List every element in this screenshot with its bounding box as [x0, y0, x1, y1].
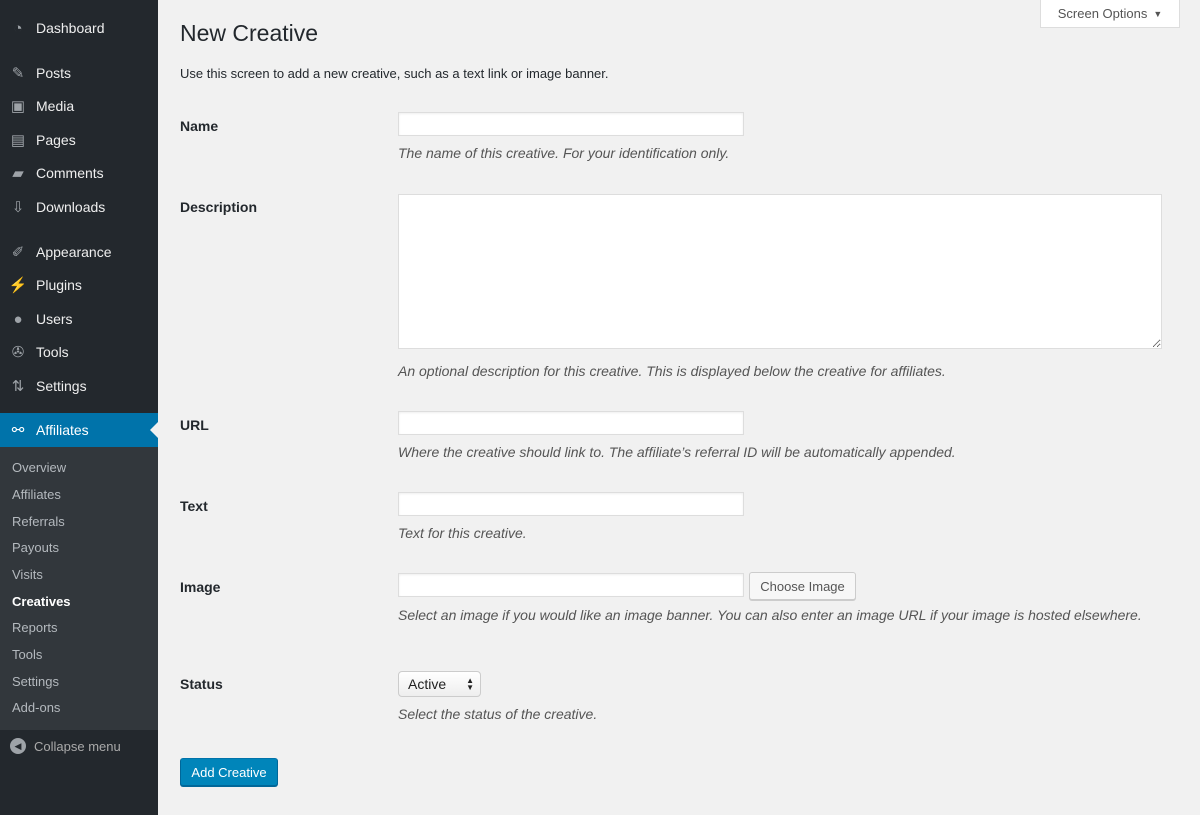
menu-pages[interactable]: ▤ Pages [0, 123, 158, 157]
submenu-add-ons[interactable]: Add-ons [12, 700, 60, 715]
menu-affiliates[interactable]: ⚯ Affiliates [0, 413, 158, 447]
description-label: Description [180, 199, 258, 215]
download-icon: ⇩ [11, 199, 25, 216]
pin-icon: ✎ [11, 65, 25, 82]
description-help: An optional description for this creativ… [398, 363, 946, 379]
wrench-icon: ✇ [11, 344, 25, 361]
submenu-visits[interactable]: Visits [12, 567, 43, 582]
submenu-tools[interactable]: Tools [12, 647, 42, 662]
affiliates-icon: ⚯ [11, 422, 25, 439]
affiliates-submenu: Overview Affiliates Referrals Payouts Vi… [0, 447, 158, 730]
settings-icon: ⇅ [11, 378, 25, 395]
menu-plugins[interactable]: ⚡ Plugins [0, 268, 158, 302]
status-label: Status [180, 676, 223, 692]
screen-options-button[interactable]: Screen Options ▼ [1040, 0, 1180, 28]
admin-sidebar: ◔ Dashboard ✎ Posts ▣ Media ▤ Pages ▰ Comment… [0, 0, 158, 815]
dropdown-arrow-icon: ▼ [1153, 8, 1163, 19]
select-arrows-icon: ▲ ▼ [466, 676, 474, 692]
dashboard-icon: ◔ [13, 19, 23, 37]
submenu-settings[interactable]: Settings [12, 674, 59, 689]
menu-posts[interactable]: ✎ Posts [0, 56, 158, 90]
pages-icon: ▤ [10, 132, 26, 149]
comment-icon: ▰ [12, 165, 24, 182]
name-label: Name [180, 118, 219, 134]
text-input[interactable] [398, 492, 744, 516]
submenu-creatives[interactable]: Creatives [12, 594, 71, 609]
user-icon: ● [13, 310, 23, 328]
image-description: Select an image if you would like an ima… [398, 607, 1142, 623]
name-description: The name of this creative. For your iden… [398, 145, 730, 161]
plug-icon: ⚡ [8, 277, 28, 294]
page-intro: Use this screen to add a new creative, s… [180, 66, 609, 81]
submenu-affiliates[interactable]: Affiliates [12, 487, 61, 502]
collapse-arrow-icon: ◀ [10, 738, 26, 754]
description-textarea[interactable] [398, 194, 1162, 349]
submenu-reports[interactable]: Reports [12, 620, 58, 635]
menu-media[interactable]: ▣ Media [0, 89, 158, 123]
menu-dashboard[interactable]: ◔ Dashboard [0, 11, 158, 45]
url-input[interactable] [398, 411, 744, 435]
menu-comments[interactable]: ▰ Comments [0, 156, 158, 190]
text-description: Text for this creative. [398, 525, 527, 541]
menu-tools[interactable]: ✇ Tools [0, 335, 158, 369]
status-description: Select the status of the creative. [398, 706, 598, 722]
collapse-menu-button[interactable]: ◀ Collapse menu [10, 738, 121, 754]
menu-settings[interactable]: ⇅ Settings [0, 369, 158, 403]
image-label: Image [180, 579, 221, 595]
menu-downloads[interactable]: ⇩ Downloads [0, 190, 158, 224]
url-label: URL [180, 417, 209, 433]
submenu-referrals[interactable]: Referrals [12, 514, 65, 529]
submenu-payouts[interactable]: Payouts [12, 540, 59, 555]
brush-icon: ✐ [11, 244, 25, 261]
menu-appearance[interactable]: ✐ Appearance [0, 235, 158, 269]
menu-users[interactable]: ● Users [0, 302, 158, 336]
url-description: Where the creative should link to. The a… [398, 444, 956, 460]
image-url-input[interactable] [398, 573, 744, 597]
add-creative-button[interactable]: Add Creative [180, 758, 278, 786]
choose-image-button[interactable]: Choose Image [749, 572, 856, 600]
media-icon: ▣ [10, 98, 26, 115]
page-title: New Creative [180, 20, 319, 46]
status-select[interactable]: Active ▲ ▼ [398, 671, 481, 697]
submenu-overview[interactable]: Overview [12, 460, 66, 475]
text-label: Text [180, 498, 208, 514]
name-input[interactable] [398, 112, 744, 136]
